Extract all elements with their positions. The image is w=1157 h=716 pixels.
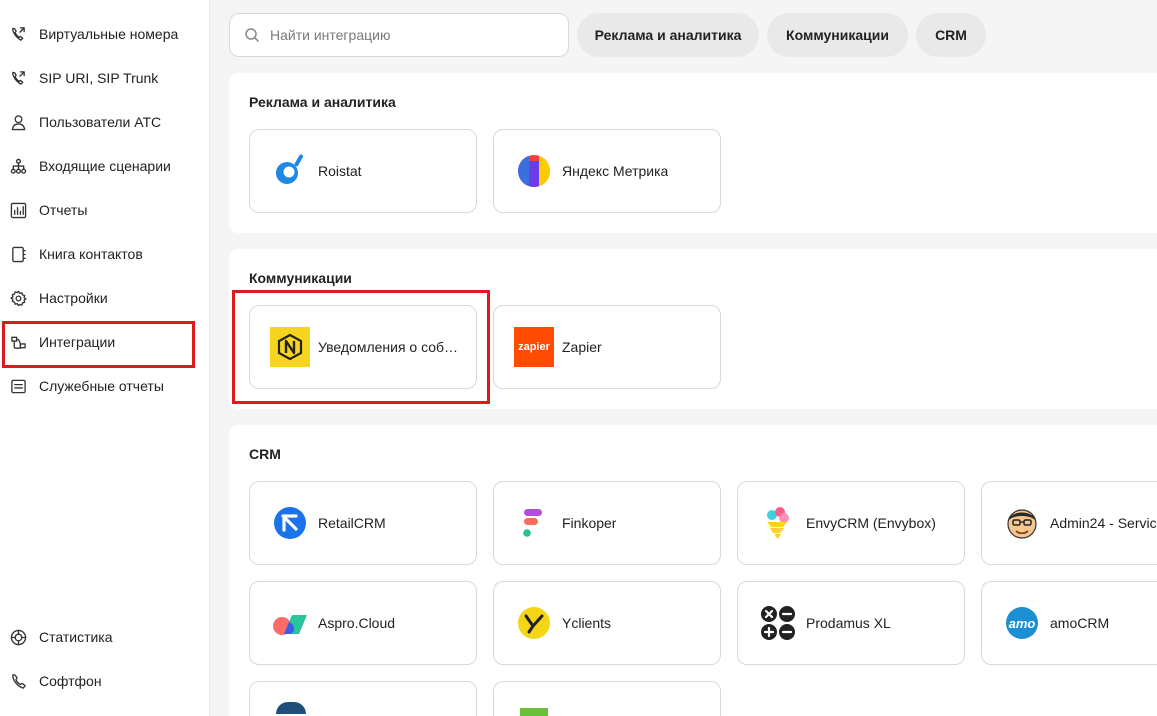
sidebar-item-pbx-users[interactable]: Пользователи АТС xyxy=(0,102,200,142)
integration-card-envycrm[interactable]: EnvyCRM (Envybox) xyxy=(737,481,965,565)
sidebar-item-label: Пользователи АТС xyxy=(39,114,162,130)
integration-card-aspro-cloud[interactable]: Aspro.Cloud xyxy=(249,581,477,665)
integration-name: amoCRM xyxy=(1050,615,1110,631)
filter-chip-ads-analytics[interactable]: Реклама и аналитика xyxy=(577,13,759,57)
section-title: Реклама и аналитика xyxy=(249,94,396,110)
zapier-logo-text: zapier xyxy=(518,341,550,353)
integration-name: Яндекс Метрика xyxy=(562,163,669,179)
roistat-logo xyxy=(270,151,310,191)
integration-card-prodamus[interactable]: Prodamus XL xyxy=(737,581,965,665)
sidebar-item-virtual-numbers[interactable]: Виртуальные номера xyxy=(0,14,200,54)
sidebar-item-label: Служебные отчеты xyxy=(39,378,164,394)
sidebar-item-service-reports[interactable]: Служебные отчеты xyxy=(0,366,200,406)
prodamus-logo xyxy=(758,603,798,643)
search-input[interactable] xyxy=(270,27,550,43)
partial-logo xyxy=(276,702,306,714)
section-title: CRM xyxy=(249,446,281,462)
zapier-logo: zapier xyxy=(514,327,554,367)
envycrm-logo xyxy=(758,503,798,543)
amocrm-logo: amo xyxy=(1002,603,1042,643)
sidebar-item-softphone[interactable]: Софтфон xyxy=(0,661,200,701)
partial-logo xyxy=(520,708,548,716)
sidebar-item-reports[interactable]: Отчеты xyxy=(0,190,200,230)
integration-name: RetailCRM xyxy=(318,515,386,531)
sidebar-item-incoming-scenarios[interactable]: Входящие сценарии xyxy=(0,146,200,186)
sidebar-item-sip[interactable]: SIP URI, SIP Trunk xyxy=(0,58,200,98)
integration-card-yclients[interactable]: Yclients xyxy=(493,581,721,665)
search-box[interactable] xyxy=(229,13,569,57)
phone-transfer-icon xyxy=(9,25,27,43)
integration-name: Aspro.Cloud xyxy=(318,615,396,631)
sidebar: Виртуальные номера SIP URI, SIP Trunk По… xyxy=(0,0,210,716)
sidebar-item-label: Интеграции xyxy=(39,334,116,350)
integration-card-notifications[interactable]: Уведомления о соб… xyxy=(249,305,477,389)
integration-card-yandex-metrika[interactable]: Яндекс Метрика xyxy=(493,129,721,213)
phone-icon xyxy=(9,672,27,690)
filter-chip-crm[interactable]: CRM xyxy=(916,13,986,57)
integration-card-retailcrm[interactable]: RetailCRM xyxy=(249,481,477,565)
user-icon xyxy=(9,113,27,131)
hierarchy-icon xyxy=(9,157,27,175)
sidebar-item-label: SIP URI, SIP Trunk xyxy=(39,70,159,86)
integration-name: Admin24 - Service xyxy=(1050,515,1157,531)
retailcrm-logo xyxy=(270,503,310,543)
integration-card-roistat[interactable]: Roistat xyxy=(249,129,477,213)
amocrm-logo-text: amo xyxy=(1008,615,1036,631)
gear-icon xyxy=(9,289,27,307)
integration-card-amocrm[interactable]: amo amoCRM xyxy=(981,581,1157,665)
phone-transfer-icon xyxy=(9,69,27,87)
sidebar-item-settings[interactable]: Настройки xyxy=(0,278,200,318)
section-ads-analytics: Реклама и аналитика Roistat Яндекс Метри… xyxy=(229,73,1157,233)
finkoper-logo xyxy=(514,503,554,543)
search-icon xyxy=(245,28,260,43)
sidebar-item-label: Книга контактов xyxy=(39,246,143,262)
sidebar-item-contact-book[interactable]: Книга контактов xyxy=(0,234,200,274)
section-communications: Коммуникации Уведомления о соб… zapier Z… xyxy=(229,249,1157,409)
sidebar-item-label: Входящие сценарии xyxy=(39,158,171,174)
admin24-logo xyxy=(1002,503,1042,543)
integration-name: Prodamus XL xyxy=(806,615,891,631)
sidebar-item-statistics[interactable]: Статистика xyxy=(0,617,200,657)
integration-name: Finkoper xyxy=(562,515,617,531)
integration-card-zapier[interactable]: zapier Zapier xyxy=(493,305,721,389)
statistics-icon xyxy=(9,628,27,646)
section-title: Коммуникации xyxy=(249,270,352,286)
yclients-logo xyxy=(514,603,554,643)
report-list-icon xyxy=(9,377,27,395)
sidebar-item-label: Софтфон xyxy=(39,673,102,689)
filter-chip-communications[interactable]: Коммуникации xyxy=(767,13,908,57)
integration-name: Уведомления о соб… xyxy=(318,339,459,355)
integration-card-admin24[interactable]: Admin24 - Service xyxy=(981,481,1157,565)
sidebar-item-label: Отчеты xyxy=(39,202,88,218)
integration-name: Roistat xyxy=(318,163,362,179)
sidebar-item-label: Статистика xyxy=(39,629,113,645)
integration-card-partial[interactable] xyxy=(493,681,721,716)
notifications-n-logo xyxy=(270,327,310,367)
contact-book-icon xyxy=(9,245,27,263)
aspro-cloud-logo xyxy=(270,603,310,643)
integration-name: Zapier xyxy=(562,339,602,355)
integration-name: Yclients xyxy=(562,615,612,631)
sidebar-item-label: Виртуальные номера xyxy=(39,26,179,42)
chart-icon xyxy=(9,201,27,219)
sidebar-item-label: Настройки xyxy=(39,290,108,306)
integration-card-finkoper[interactable]: Finkoper xyxy=(493,481,721,565)
integration-card-partial[interactable] xyxy=(249,681,477,716)
integration-name: EnvyCRM (Envybox) xyxy=(806,515,936,531)
integration-icon xyxy=(9,333,27,351)
yandex-metrika-logo xyxy=(514,151,554,191)
sidebar-item-integrations[interactable]: Интеграции xyxy=(0,322,200,362)
section-crm: CRM RetailCRM Finkoper EnvyCRM (Envybox)… xyxy=(229,425,1157,716)
